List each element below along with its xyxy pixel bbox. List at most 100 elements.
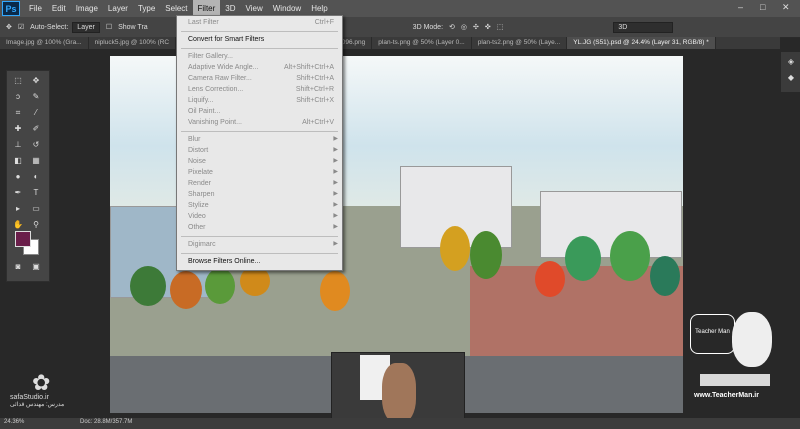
3d-panel-icon[interactable]: ◈ xyxy=(784,56,798,67)
menu-item-pixelate[interactable]: Pixelate ▶ xyxy=(177,167,342,178)
screen-mode-icon[interactable]: ▣ xyxy=(29,261,43,272)
inset-portrait xyxy=(382,363,416,423)
3d-pan-icon[interactable]: ✣ xyxy=(473,23,479,31)
hand-tool-icon[interactable]: ✋ xyxy=(11,219,25,230)
tree xyxy=(205,268,235,304)
menu-file[interactable]: File xyxy=(24,0,47,17)
path-select-icon[interactable]: ▸ xyxy=(11,203,25,214)
menu-item-noise[interactable]: Noise ▶ xyxy=(177,156,342,167)
auto-select-dropdown[interactable]: Layer xyxy=(72,21,100,33)
3d-rotate-icon[interactable]: ⟲ xyxy=(449,23,455,31)
menu-image[interactable]: Image xyxy=(71,0,103,17)
show-transform-checkbox[interactable]: ☐ xyxy=(106,23,112,31)
tab-document[interactable]: plan-ts.png @ 50% (Layer 0... xyxy=(372,37,472,49)
safa-studio-branding: ✿ safaStudio.ir مدرس: مهندس قدائی xyxy=(10,372,64,409)
tab-document[interactable]: Image.jpg @ 100% (Gra... xyxy=(0,37,89,49)
blur-tool-icon[interactable]: ● xyxy=(11,171,25,182)
history-brush-icon[interactable]: ↺ xyxy=(29,139,43,150)
menu-item-lens-correction[interactable]: Lens Correction... Shift+Ctrl+R xyxy=(177,84,342,95)
menu-item-render[interactable]: Render ▶ xyxy=(177,178,342,189)
status-bar: 24.36% Doc: 28.8M/357.7M xyxy=(0,418,800,429)
brush-tool-icon[interactable]: ✐ xyxy=(29,123,43,134)
menu-item-browse-filters-online[interactable]: Browse Filters Online... xyxy=(177,256,342,267)
menu-item-distort[interactable]: Distort ▶ xyxy=(177,145,342,156)
menu-bar: Ps File Edit Image Layer Type Select Fil… xyxy=(0,0,800,17)
3d-slide-icon[interactable]: ✜ xyxy=(485,23,491,31)
photoshop-logo: Ps xyxy=(2,1,20,16)
menu-item-filter-gallery[interactable]: Filter Gallery... xyxy=(177,51,342,62)
menu-layer[interactable]: Layer xyxy=(103,0,133,17)
close-button[interactable]: ✕ xyxy=(782,2,790,13)
tab-document[interactable]: plan-ts2.png @ 50% (Laye... xyxy=(472,37,568,49)
menu-edit[interactable]: Edit xyxy=(47,0,71,17)
quick-mask-icon[interactable]: ◙ xyxy=(11,261,25,272)
submenu-arrow-icon: ▶ xyxy=(333,169,338,175)
tools-panel: ⬚ ✥ ↄ ✎ ⌗ ⁄ ✚ ✐ ⊥ ↺ ◧ ▦ ● ◐ ✒ T ▸ ▭ ✋ ⚲ … xyxy=(6,70,50,282)
move-tool-icon[interactable]: ✥ xyxy=(6,23,12,31)
menu-separator xyxy=(181,48,338,49)
eraser-icon[interactable]: ◧ xyxy=(11,155,25,166)
tab-document-active[interactable]: YL.JG (S51).psd @ 24.4% (Layer 31, RGB/8… xyxy=(567,37,716,49)
menu-item-sharpen[interactable]: Sharpen ▶ xyxy=(177,189,342,200)
menu-item-other[interactable]: Other ▶ xyxy=(177,222,342,233)
3d-scale-icon[interactable]: ⬚ xyxy=(497,23,504,31)
menu-item-convert-smart-filters[interactable]: Convert for Smart Filters xyxy=(177,34,342,45)
menu-item-last-filter[interactable]: Last Filter Ctrl+F xyxy=(177,17,342,28)
menu-type[interactable]: Type xyxy=(133,0,160,17)
submenu-arrow-icon: ▶ xyxy=(333,158,338,164)
marquee-tool-icon[interactable]: ⬚ xyxy=(11,75,25,86)
minimize-button[interactable]: – xyxy=(738,2,743,12)
tree xyxy=(170,271,202,309)
type-tool-icon[interactable]: T xyxy=(29,187,43,198)
healing-brush-icon[interactable]: ✚ xyxy=(11,123,25,134)
menu-item-camera-raw[interactable]: Camera Raw Filter... Shift+Ctrl+A xyxy=(177,73,342,84)
maximize-button[interactable]: □ xyxy=(760,2,765,12)
menu-item-digimarc[interactable]: Digimarc ▶ xyxy=(177,239,342,250)
shape-tool-icon[interactable]: ▭ xyxy=(29,203,43,214)
layers-panel-icon[interactable]: ◆ xyxy=(784,72,798,83)
filter-menu: Last Filter Ctrl+F Convert for Smart Fil… xyxy=(176,15,343,271)
submenu-arrow-icon: ▶ xyxy=(333,202,338,208)
right-panel-dock: ◈ ◆ xyxy=(781,52,800,92)
menu-separator xyxy=(181,31,338,32)
menu-item-oil-paint[interactable]: Oil Paint... xyxy=(177,106,342,117)
tree xyxy=(130,266,166,306)
menu-item-blur[interactable]: Blur ▶ xyxy=(177,134,342,145)
document-size: Doc: 28.8M/357.7M xyxy=(80,419,133,425)
pen-tool-icon[interactable]: ✒ xyxy=(11,187,25,198)
submenu-arrow-icon: ▶ xyxy=(333,180,338,186)
menu-item-adaptive-wide-angle[interactable]: Adaptive Wide Angle... Alt+Shift+Ctrl+A xyxy=(177,62,342,73)
submenu-arrow-icon: ▶ xyxy=(333,213,338,219)
document-tabs: Image.jpg @ 100% (Gra... nipluck5.jpg @ … xyxy=(0,37,780,49)
quick-select-icon[interactable]: ✎ xyxy=(29,91,43,102)
tree xyxy=(610,231,650,281)
foreground-color-swatch[interactable] xyxy=(15,231,31,247)
show-transform-label: Show Tra xyxy=(118,23,148,31)
3d-roll-icon[interactable]: ◎ xyxy=(461,23,467,31)
zoom-level[interactable]: 24.36% xyxy=(4,419,24,425)
auto-select-checkbox[interactable]: ☑ xyxy=(18,23,24,31)
options-bar: ✥ ☑ Auto-Select: Layer ☐ Show Tra 3D Mod… xyxy=(0,17,800,38)
crop-tool-icon[interactable]: ⌗ xyxy=(11,107,25,118)
tree xyxy=(535,261,565,297)
tree xyxy=(320,271,350,311)
tree xyxy=(440,226,470,271)
menu-item-liquify[interactable]: Liquify... Shift+Ctrl+X xyxy=(177,95,342,106)
tab-document[interactable]: nipluck5.jpg @ 100% (RC xyxy=(89,37,177,49)
menu-item-stylize[interactable]: Stylize ▶ xyxy=(177,200,342,211)
tree xyxy=(470,231,502,279)
menu-item-video[interactable]: Video ▶ xyxy=(177,211,342,222)
move-tool-icon[interactable]: ✥ xyxy=(29,75,43,86)
workspace-dropdown[interactable]: 3D xyxy=(613,21,674,33)
dodge-tool-icon[interactable]: ◐ xyxy=(29,171,43,182)
eyedropper-icon[interactable]: ⁄ xyxy=(29,107,43,118)
gradient-tool-icon[interactable]: ▦ xyxy=(29,155,43,166)
teacher-man-logo: Teacher Man xyxy=(690,314,735,354)
submenu-arrow-icon: ▶ xyxy=(333,191,338,197)
lasso-tool-icon[interactable]: ↄ xyxy=(11,91,25,102)
submenu-arrow-icon: ▶ xyxy=(333,224,338,230)
zoom-tool-icon[interactable]: ⚲ xyxy=(29,219,43,230)
teacher-url: www.TeacherMan.ir xyxy=(694,392,759,399)
clone-stamp-icon[interactable]: ⊥ xyxy=(11,139,25,150)
menu-item-vanishing-point[interactable]: Vanishing Point... Alt+Ctrl+V xyxy=(177,117,342,128)
